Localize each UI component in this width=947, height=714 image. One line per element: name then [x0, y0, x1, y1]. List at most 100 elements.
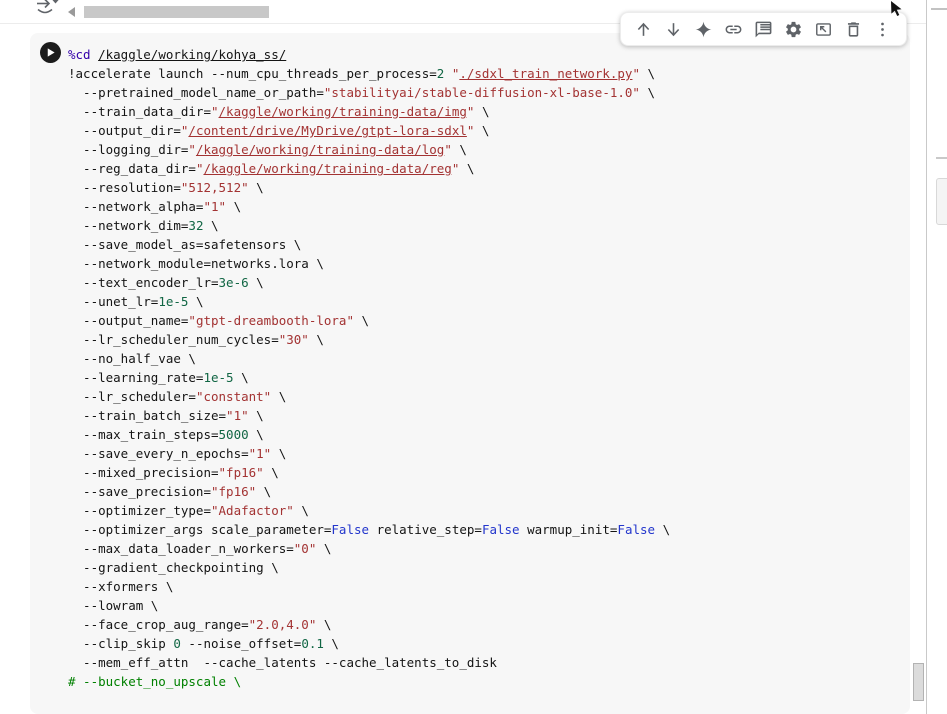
code-token: 1e-5 — [203, 370, 234, 385]
copy-link-icon[interactable] — [724, 20, 743, 39]
code-token: \ — [316, 541, 332, 556]
code-line[interactable]: !accelerate launch --num_cpu_threads_per… — [68, 64, 670, 83]
code-line[interactable]: --learning_rate=1e-5 \ — [68, 368, 670, 387]
code-line[interactable]: --max_data_loader_n_workers="0" \ — [68, 539, 670, 558]
code-token: %cd — [68, 47, 91, 62]
code-line[interactable]: --gradient_checkpointing \ — [68, 558, 670, 577]
code-editor[interactable]: %cd /kaggle/working/kohya_ss/ !accelerate… — [68, 45, 670, 691]
code-line[interactable]: --network_module=networks.lora \ — [68, 254, 670, 273]
code-line[interactable]: --logging_dir="/kaggle/working/training-… — [68, 140, 670, 159]
code-token: False — [331, 522, 370, 537]
gemini-sparkle-icon[interactable] — [694, 20, 713, 39]
horizontal-scrollbar-thumb[interactable] — [84, 6, 269, 18]
delete-cell-icon[interactable] — [844, 20, 863, 39]
code-line[interactable]: --network_dim=32 \ — [68, 216, 670, 235]
code-line[interactable]: --max_train_steps=5000 \ — [68, 425, 670, 444]
code-token: "0" — [293, 541, 317, 556]
code-token: --max_train_steps= — [68, 427, 219, 442]
code-token: \ — [248, 180, 264, 195]
code-line[interactable]: --mixed_precision="fp16" \ — [68, 463, 670, 482]
code-line[interactable]: %cd /kaggle/working/kohya_ss/ — [68, 45, 670, 64]
code-token: --logging_dir= — [68, 142, 189, 157]
code-token: \ — [451, 142, 467, 157]
code-token: "2.0,4.0" — [248, 617, 317, 632]
code-line[interactable]: --output_name="gtpt-dreambooth-lora" \ — [68, 311, 670, 330]
code-line[interactable]: --pretrained_model_name_or_path="stabili… — [68, 83, 670, 102]
code-token-link[interactable]: ./sdxl_train_network.py — [459, 66, 632, 81]
run-cell-button[interactable] — [40, 42, 61, 63]
code-line[interactable]: --no_half_vae \ — [68, 349, 670, 368]
move-cell-up-icon[interactable] — [634, 20, 653, 39]
code-line[interactable]: --save_every_n_epochs="1" \ — [68, 444, 670, 463]
code-token: \ — [639, 85, 656, 100]
code-line[interactable]: --text_encoder_lr=3e-6 \ — [68, 273, 670, 292]
code-token: \ — [459, 161, 475, 176]
run-section-arrow-icon[interactable] — [35, 0, 61, 15]
code-token: --lr_scheduler= — [68, 389, 196, 404]
code-token: \ — [203, 218, 219, 233]
code-token: "stabilityai/stable-diffusion-xl-base-1.… — [323, 85, 640, 100]
code-token: --gradient_checkpointing \ — [68, 560, 279, 575]
cell-vertical-scrollbar-thumb[interactable] — [913, 663, 924, 701]
code-token-link[interactable]: /kaggle/working/training-data/reg — [203, 161, 451, 176]
code-token: --xformers \ — [68, 579, 174, 594]
page-scrollbar-thumb[interactable] — [936, 178, 947, 225]
mirror-cell-icon[interactable] — [814, 20, 833, 39]
hscroll-left-arrow-icon[interactable] — [68, 7, 75, 17]
code-token: --resolution= — [68, 180, 181, 195]
move-cell-down-icon[interactable] — [664, 20, 683, 39]
more-actions-icon[interactable] — [873, 20, 892, 39]
code-token-link[interactable]: /kaggle/working/kohya_ss/ — [98, 47, 286, 62]
code-line[interactable]: --lr_scheduler="constant" \ — [68, 387, 670, 406]
code-token: warmup_init= — [519, 522, 618, 537]
code-token: --network_alpha= — [68, 199, 204, 214]
code-token: --lr_scheduler_num_cycles= — [68, 332, 279, 347]
code-line[interactable]: --optimizer_args scale_parameter=False r… — [68, 520, 670, 539]
code-line[interactable]: --optimizer_type="Adafactor" \ — [68, 501, 670, 520]
code-token: --output_name= — [68, 313, 189, 328]
code-token: \ — [256, 484, 272, 499]
code-line[interactable]: --mem_eff_attn --cache_latents --cache_l… — [68, 653, 670, 672]
code-token: \ — [474, 104, 490, 119]
play-icon — [47, 48, 55, 57]
code-line[interactable]: --xformers \ — [68, 577, 670, 596]
code-token: 3e-6 — [218, 275, 249, 290]
code-token-link[interactable]: /kaggle/working/training-data/log — [196, 142, 444, 157]
code-line[interactable]: --clip_skip 0 --noise_offset=0.1 \ — [68, 634, 670, 653]
editor-settings-icon[interactable] — [784, 20, 803, 39]
code-token: "1" — [203, 199, 227, 214]
code-token: --reg_data_dir= — [68, 161, 196, 176]
code-token: --mem_eff_attn --cache_latents --cache_l… — [68, 655, 497, 670]
code-token: --clip_skip — [68, 636, 174, 651]
code-line[interactable]: --network_alpha="1" \ — [68, 197, 670, 216]
code-line[interactable]: --output_dir="/content/drive/MyDrive/gtp… — [68, 121, 670, 140]
code-line[interactable]: --lr_scheduler_num_cycles="30" \ — [68, 330, 670, 349]
code-token-link[interactable]: /content/drive/MyDrive/gtpt-lora-sdxl — [188, 123, 466, 138]
page-scrollbar-dash-top — [931, 8, 947, 10]
code-line[interactable]: --train_batch_size="1" \ — [68, 406, 670, 425]
code-line[interactable]: --save_model_as=safetensors \ — [68, 235, 670, 254]
code-line[interactable]: --train_data_dir="/kaggle/working/traini… — [68, 102, 670, 121]
code-token: \ — [233, 370, 249, 385]
code-token-link[interactable]: /kaggle/working/training-data/img — [219, 104, 467, 119]
code-token: --lowram \ — [68, 598, 159, 613]
code-token: \ — [248, 275, 264, 290]
code-token: False — [481, 522, 520, 537]
code-line[interactable]: --save_precision="fp16" \ — [68, 482, 670, 501]
code-line[interactable]: --lowram \ — [68, 596, 670, 615]
mouse-cursor — [891, 1, 902, 16]
code-line[interactable]: --reg_data_dir="/kaggle/working/training… — [68, 159, 670, 178]
cell-toolbar — [620, 12, 907, 46]
code-token: --optimizer_type= — [68, 503, 211, 518]
code-line[interactable]: --resolution="512,512" \ — [68, 178, 670, 197]
code-token: \ — [316, 617, 332, 632]
code-token: 5000 — [218, 427, 249, 442]
code-line[interactable]: --unet_lr=1e-5 \ — [68, 292, 670, 311]
code-token: --pretrained_model_name_or_path= — [68, 85, 324, 100]
code-token: !accelerate launch --num_cpu_threads_per… — [68, 66, 437, 81]
code-line[interactable]: # --bucket_no_upscale \ — [68, 672, 670, 691]
code-token: "1" — [248, 446, 272, 461]
add-comment-icon[interactable] — [754, 20, 773, 39]
code-line[interactable]: --face_crop_aug_range="2.0,4.0" \ — [68, 615, 670, 634]
